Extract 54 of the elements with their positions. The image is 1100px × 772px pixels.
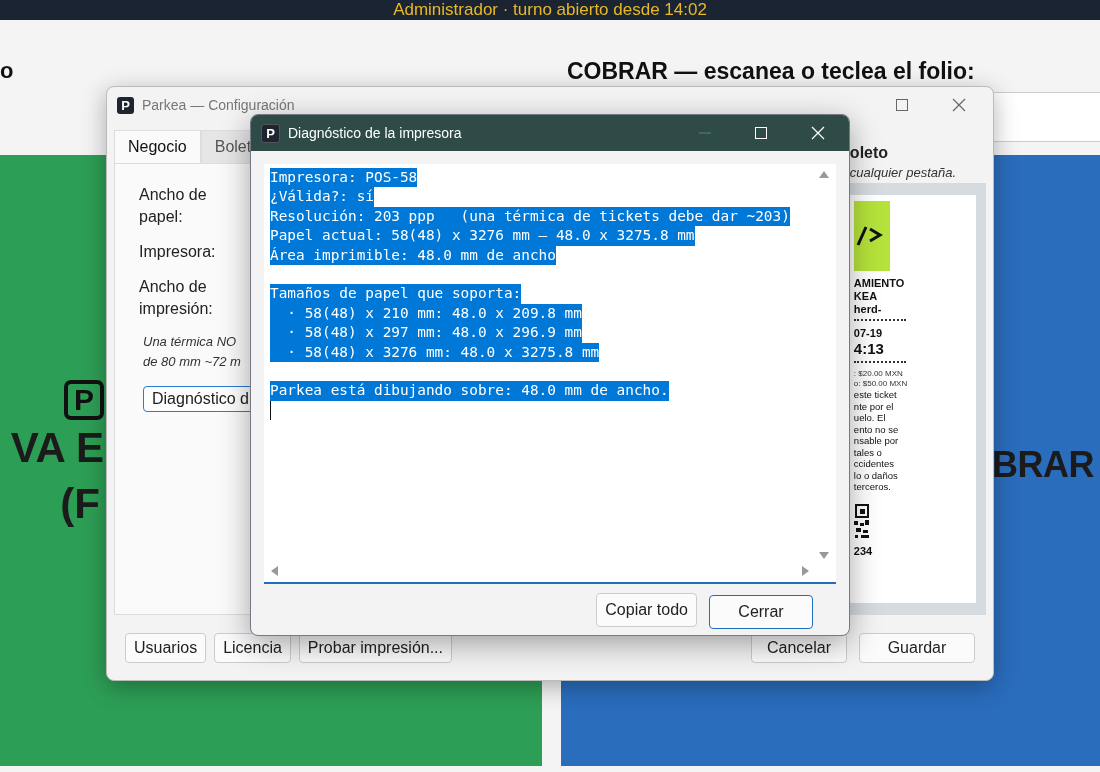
ticket-text: este ticket [853, 389, 897, 401]
note-text: Una térmica NO [143, 333, 237, 351]
ticket-text: : $20.00 MXN [853, 369, 903, 379]
text-cursor [270, 400, 271, 420]
ticket-text: terceros. [853, 481, 891, 493]
panel-text: BRAR [992, 443, 1094, 487]
status-text: Administrador · turno abierto desde 14:02 [393, 0, 707, 20]
dialog-title: Diagnóstico de la impresora [288, 125, 462, 141]
scroll-up-icon[interactable] [819, 170, 829, 178]
preview-heading: oleto [848, 144, 890, 162]
ticket-text: o: $50.00 MXN [853, 379, 908, 389]
ticket-text: AMIENTO [853, 277, 905, 290]
preview-hint: cualquier pestaña. [848, 165, 958, 180]
panel-text: (F [60, 479, 100, 529]
app-icon: P [117, 96, 134, 114]
footer-button[interactable]: Guardar [859, 633, 975, 663]
ticket-text: 07-19 [853, 327, 882, 340]
vertical-scrollbar[interactable] [816, 170, 832, 560]
scroll-left-icon[interactable] [270, 566, 278, 576]
note-text: de 80 mm ~72 m [143, 353, 241, 371]
scroll-right-icon[interactable] [802, 566, 810, 576]
footer-button[interactable]: Licencia [214, 633, 291, 663]
maximize-icon[interactable] [896, 99, 908, 111]
field-label: Impresora: [139, 242, 217, 262]
close-icon[interactable] [952, 98, 966, 112]
report-text-area[interactable] [264, 164, 836, 584]
ticket-text: 4:13 [853, 340, 884, 358]
ticket-text: 234 [853, 544, 873, 558]
ticket-logo-icon [853, 201, 890, 271]
ticket-text: uelo. El [853, 412, 886, 424]
ticket-text: KEA [853, 290, 878, 303]
dotted-rule [853, 319, 906, 324]
panel-text: VA E [10, 423, 104, 473]
ticket-text: tales o [853, 446, 882, 458]
horizontal-scrollbar[interactable] [270, 564, 810, 578]
dialog-button[interactable]: Cerrar [709, 594, 813, 629]
field-label: Ancho de papel: [139, 185, 208, 227]
ticket-text: ento no se [853, 423, 899, 435]
ticket-text: herd- [853, 303, 882, 316]
footer-button[interactable]: Usuarios [125, 633, 207, 663]
ticket-text: ccidentes [853, 458, 894, 470]
ticket-text: lo o daños [853, 469, 898, 481]
field-label: Ancho de impresión: [139, 277, 214, 319]
section-heading: COBRAR — escanea o teclea el folio: [567, 58, 975, 85]
section-heading: o [0, 58, 14, 84]
dialog-button[interactable]: Copiar todo [596, 592, 697, 627]
window-title: Parkea — Configuración [142, 97, 295, 113]
ticket-text: nte por el [853, 400, 894, 412]
qr-code-icon [853, 502, 870, 539]
ticket-text: nsable por [853, 435, 899, 447]
scroll-down-icon[interactable] [819, 552, 829, 560]
tab[interactable]: Negocio [114, 130, 201, 163]
dotted-rule [853, 361, 906, 366]
app-icon: P [261, 123, 280, 143]
